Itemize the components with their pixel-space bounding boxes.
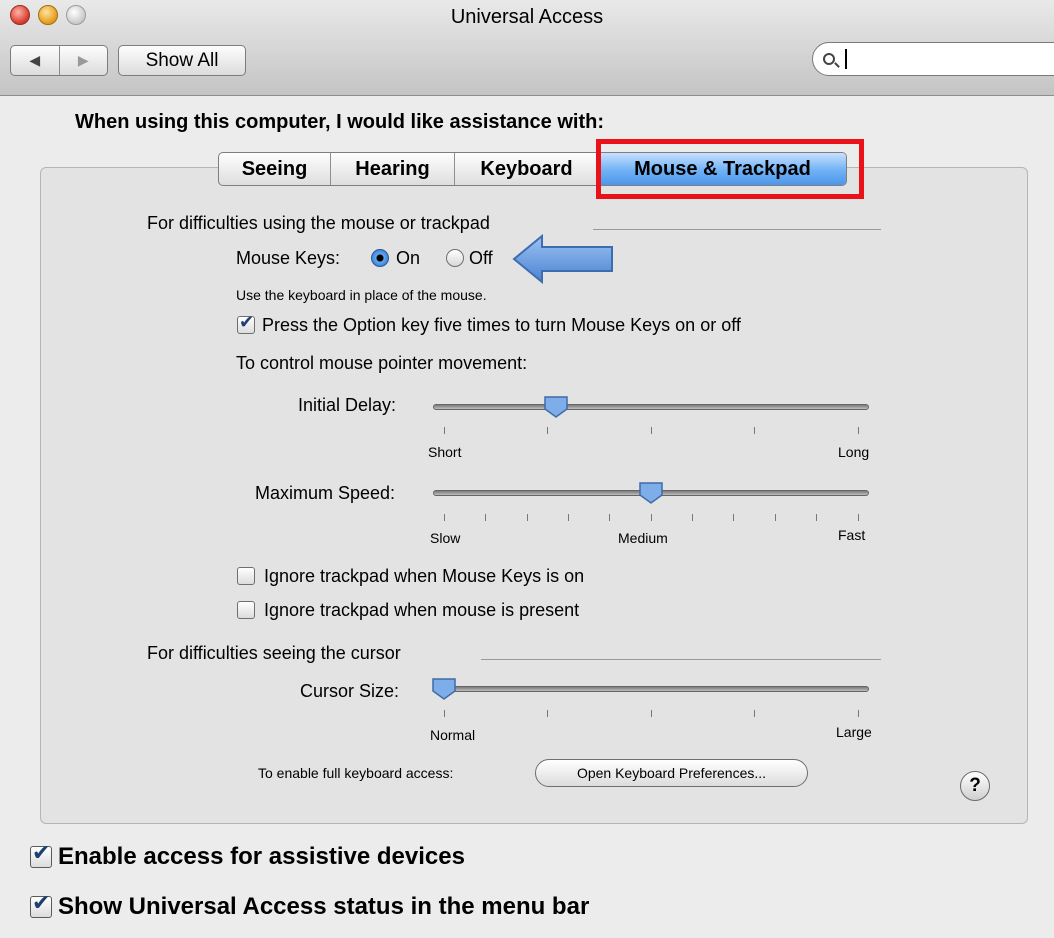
slider-tick — [547, 427, 548, 434]
slider-tick — [858, 427, 859, 434]
slider-tick — [609, 514, 610, 521]
slider-tick — [651, 427, 652, 434]
ignore-trackpad-mouse-present-label[interactable]: Ignore trackpad when mouse is present — [264, 600, 579, 621]
slider-tick — [444, 710, 445, 717]
option-key-checkbox[interactable] — [237, 312, 255, 334]
page-heading: When using this computer, I would like a… — [75, 111, 604, 133]
mouse-keys-off-label[interactable]: Off — [469, 248, 493, 269]
slider-tick — [733, 514, 734, 521]
initial-delay-thumb[interactable] — [544, 396, 568, 418]
tab-hearing[interactable]: Hearing — [330, 153, 454, 185]
slider-tick — [485, 514, 486, 521]
tab-keyboard[interactable]: Keyboard — [454, 153, 598, 185]
mouse-keys-on-radio[interactable] — [371, 249, 389, 267]
show-all-button[interactable]: Show All — [118, 45, 246, 76]
window-title: Universal Access — [450, 6, 604, 28]
slider-tick — [754, 427, 755, 434]
slider-tick — [527, 514, 528, 521]
cursor-size-thumb[interactable] — [432, 678, 456, 700]
open-keyboard-preferences-button[interactable]: Open Keyboard Preferences... — [535, 759, 808, 787]
slider-tick — [775, 514, 776, 521]
cursor-size-min-label: Normal — [430, 727, 476, 743]
section-divider — [593, 229, 881, 230]
initial-delay-min-label: Short — [428, 444, 462, 460]
slider-tick — [651, 514, 652, 521]
slider-tick — [444, 427, 445, 434]
ignore-trackpad-mouse-keys-label[interactable]: Ignore trackpad when Mouse Keys is on — [264, 566, 584, 587]
assistive-devices-checkbox[interactable] — [30, 841, 52, 868]
maximum-speed-max-label: Fast — [838, 527, 866, 543]
mouse-keys-off-radio[interactable] — [446, 249, 464, 267]
slider-tick — [858, 514, 859, 521]
tab-seeing[interactable]: Seeing — [219, 153, 330, 185]
mouse-keys-label: Mouse Keys: — [236, 248, 341, 268]
help-icon[interactable]: ? — [960, 771, 990, 801]
pointer-movement-label: To control mouse pointer movement: — [236, 353, 528, 373]
status-menu-checkbox[interactable] — [30, 891, 52, 918]
mouse-keys-on-label[interactable]: On — [396, 248, 420, 269]
search-icon — [823, 53, 835, 65]
callout-arrow-icon — [512, 234, 613, 284]
cursor-size-slider[interactable] — [433, 686, 869, 692]
forward-arrow-icon[interactable]: ▶ — [58, 46, 108, 75]
cursor-section-title: For difficulties seeing the cursor — [147, 643, 401, 663]
status-menu-label[interactable]: Show Universal Access status in the menu… — [58, 893, 589, 921]
initial-delay-slider[interactable] — [433, 404, 869, 410]
initial-delay-max-label: Long — [838, 444, 870, 460]
maximum-speed-mid-label: Medium — [618, 530, 668, 546]
status-menu-option[interactable]: Show Universal Access status in the menu… — [30, 891, 589, 921]
slider-tick — [816, 514, 817, 521]
slider-tick — [651, 710, 652, 717]
search-input[interactable] — [812, 42, 1054, 76]
slider-tick — [568, 514, 569, 521]
cursor-size-max-label: Large — [836, 724, 872, 740]
slider-tick — [547, 710, 548, 717]
text-cursor — [845, 49, 847, 69]
back-arrow-icon[interactable]: ◀ — [11, 46, 59, 75]
assistive-devices-option[interactable]: Enable access for assistive devices — [30, 841, 465, 871]
slider-tick — [444, 514, 445, 521]
maximum-speed-label: Maximum Speed: — [255, 483, 396, 503]
option-key-label[interactable]: Press the Option key five times to turn … — [262, 315, 741, 336]
assistive-devices-label[interactable]: Enable access for assistive devices — [58, 843, 465, 871]
maximum-speed-thumb[interactable] — [639, 482, 663, 504]
section-divider — [481, 659, 881, 660]
slider-tick — [858, 710, 859, 717]
ignore-trackpad-mouse-present-checkbox[interactable] — [237, 601, 255, 619]
cursor-size-label: Cursor Size: — [300, 681, 400, 701]
ignore-trackpad-mouse-keys-checkbox[interactable] — [237, 567, 255, 585]
mouse-keys-description: Use the keyboard in place of the mouse. — [236, 287, 487, 303]
mouse-section-title: For difficulties using the mouse or trac… — [147, 213, 490, 233]
highlight-box — [596, 139, 864, 199]
keyboard-access-label: To enable full keyboard access: — [258, 765, 454, 781]
slider-tick — [754, 710, 755, 717]
slider-tick — [692, 514, 693, 521]
maximum-speed-min-label: Slow — [430, 530, 461, 546]
initial-delay-label: Initial Delay: — [298, 395, 397, 415]
window-titlebar: Universal Access ◀ ▶ Show All — [0, 0, 1054, 96]
nav-segment: ◀ ▶ — [10, 45, 108, 76]
